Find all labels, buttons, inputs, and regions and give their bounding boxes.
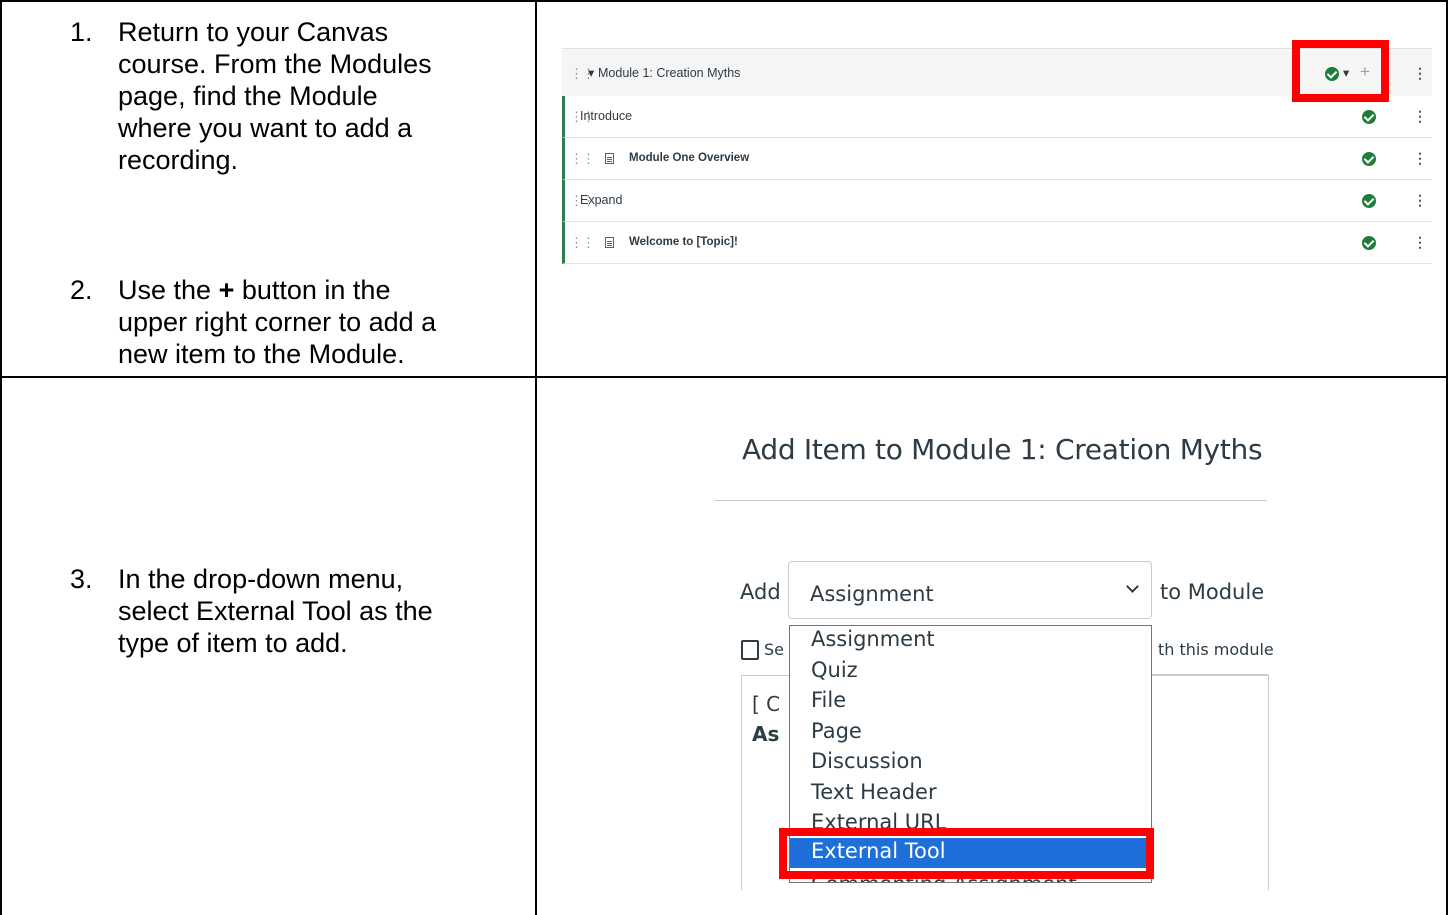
step-text: Return to your Canvas course. From the M… <box>118 16 538 176</box>
step-text: Use the + button in the upper right corn… <box>118 274 538 370</box>
drag-handle-icon[interactable]: ⋮⋮ <box>570 236 595 249</box>
modules-list: ⋮⋮ ▾ Module 1: Creation Myths ▾ + ⋮ ⋮⋮ I… <box>562 40 1432 272</box>
table-border-left <box>0 0 2 915</box>
dialog-divider <box>714 500 1267 501</box>
partial-text: th this module <box>1158 640 1274 659</box>
partial-text: As <box>752 722 780 746</box>
step-line: In the drop-down menu, <box>118 564 404 594</box>
step-number: 3. <box>70 564 93 594</box>
table-border-top <box>0 0 1448 2</box>
module-text-header-row[interactable]: ⋮⋮ Introduce ⋮ <box>562 96 1432 138</box>
step-line: Use the + button in the <box>118 274 538 306</box>
step-line: new item to the Module. <box>118 339 405 369</box>
module-item-row[interactable]: ⋮⋮ Module One Overview ⋮ <box>562 138 1432 180</box>
item-link[interactable]: Module One Overview <box>629 152 749 164</box>
dropdown-option[interactable]: Assignment <box>790 626 1151 656</box>
published-check-icon[interactable] <box>1362 110 1376 124</box>
text-header-label: Introduce <box>580 109 633 123</box>
item-type-select[interactable]: Assignment <box>788 561 1152 619</box>
step-line: course. From the Modules <box>118 49 432 79</box>
item-link[interactable]: Welcome to [Topic]! <box>629 236 738 248</box>
step-text: In the drop-down menu, select External T… <box>118 563 538 659</box>
published-check-icon[interactable] <box>1362 152 1376 166</box>
item-options-icon[interactable]: ⋮ <box>1413 109 1427 123</box>
chevron-down-icon <box>1126 580 1139 593</box>
select-value: Assignment <box>810 582 934 606</box>
published-check-icon[interactable] <box>1362 194 1376 208</box>
module-title: Module 1: Creation Myths <box>598 66 741 80</box>
step-text-part: button in the <box>234 275 391 305</box>
highlight-box <box>1292 40 1389 102</box>
table-row-divider <box>0 376 1448 378</box>
page-icon <box>605 153 614 164</box>
step-line: type of item to add. <box>118 628 348 658</box>
dropdown-option[interactable]: Discussion <box>790 748 1151 778</box>
module-collapse-icon[interactable]: ▾ <box>588 65 594 80</box>
item-options-icon[interactable]: ⋮ <box>1413 151 1427 165</box>
drag-handle-icon[interactable]: ⋮⋮ <box>570 152 595 165</box>
step-line: page, find the Module <box>118 81 378 111</box>
text-header-label: Expand <box>580 193 623 207</box>
page-icon <box>605 237 614 248</box>
step-text-part: Use the <box>118 275 219 305</box>
step-line: select External Tool as the <box>118 596 433 626</box>
step-line: recording. <box>118 145 239 175</box>
plus-symbol: + <box>218 275 235 305</box>
item-options-icon[interactable]: ⋮ <box>1413 193 1427 207</box>
published-check-icon[interactable] <box>1362 236 1376 250</box>
dropdown-option[interactable]: Quiz <box>790 657 1151 687</box>
edit-icon <box>741 640 759 660</box>
add-label: Add <box>740 580 781 604</box>
item-options-icon[interactable]: ⋮ <box>1413 235 1427 249</box>
highlight-box <box>779 828 1154 879</box>
dropdown-option[interactable]: File <box>790 687 1151 717</box>
partial-text: Se <box>764 640 784 659</box>
module-text-header-row[interactable]: ⋮⋮ Expand ⋮ <box>562 180 1432 222</box>
partial-text: [ C <box>752 692 781 716</box>
step-line: Return to your Canvas <box>118 17 389 47</box>
dialog-title: Add Item to Module 1: Creation Myths <box>742 433 1263 466</box>
to-module-label: to Module <box>1160 580 1265 604</box>
step-number: 2. <box>70 275 93 305</box>
step-line: where you want to add a <box>118 113 413 143</box>
dropdown-option[interactable]: Text Header <box>790 779 1151 809</box>
dropdown-option[interactable]: Page <box>790 718 1151 748</box>
step-line: upper right corner to add a <box>118 307 437 337</box>
module-options-icon[interactable]: ⋮ <box>1413 66 1427 80</box>
table-border-right <box>1446 0 1448 915</box>
module-item-row[interactable]: ⋮⋮ Welcome to [Topic]! ⋮ <box>562 222 1432 264</box>
step-number: 1. <box>70 17 93 47</box>
